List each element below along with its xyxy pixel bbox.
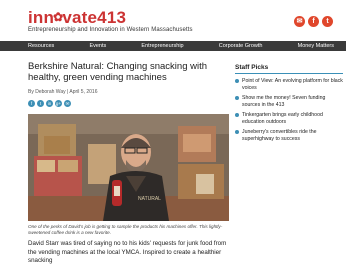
twitter-icon[interactable]: t [322, 16, 333, 27]
staff-pick-link[interactable]: Juneberry's convertibles ride the superh… [242, 129, 343, 142]
svg-text:NATURAL: NATURAL [138, 196, 161, 202]
nav-item-resources[interactable]: Resources [28, 43, 54, 49]
social-links: ✉ f t [294, 16, 333, 27]
site-logo[interactable]: inn✿vate413 [28, 9, 126, 26]
staff-pick-item[interactable]: Show me the money! Seven funding sources… [235, 95, 343, 108]
bullet-icon [235, 96, 239, 100]
staff-pick-item[interactable]: Juneberry's convertibles ride the superh… [235, 129, 343, 142]
email-icon[interactable]: ✉ [294, 16, 305, 27]
share-buttons: f t in g+ ✉ [28, 100, 228, 107]
sidebar: Staff Picks Point of View: An evolving p… [235, 64, 343, 142]
nav-item-corporate-growth[interactable]: Corporate Growth [219, 43, 263, 49]
nav-item-entrepreneurship[interactable]: Entrepreneurship [141, 43, 183, 49]
main-nav: Resources Events Entrepreneurship Corpor… [0, 41, 346, 51]
bullet-icon [235, 79, 239, 83]
share-facebook-icon[interactable]: f [28, 100, 35, 107]
logo-text-start: inn [28, 8, 55, 27]
article-title: Berkshire Natural: Changing snacking wit… [28, 61, 208, 83]
article-body: David Starr was tired of saying no to hi… [28, 240, 227, 264]
nav-item-events[interactable]: Events [89, 43, 106, 49]
sidebar-title: Staff Picks [235, 64, 343, 74]
site-header: inn✿vate413 Entrepreneurship and Innovat… [0, 0, 346, 40]
article-header: Berkshire Natural: Changing snacking wit… [28, 61, 228, 107]
share-googleplus-icon[interactable]: g+ [55, 100, 62, 107]
article-byline: By Deborah Way | April 5, 2016 [28, 89, 98, 95]
nav-item-money-matters[interactable]: Money Matters [298, 43, 334, 49]
staff-pick-item[interactable]: Tinkergarten brings early childhood educ… [235, 112, 343, 125]
staff-pick-link[interactable]: Point of View: An evolving platform for … [242, 78, 343, 91]
bullet-icon [235, 113, 239, 117]
bullet-icon [235, 130, 239, 134]
share-linkedin-icon[interactable]: in [46, 100, 53, 107]
share-email-icon[interactable]: ✉ [64, 100, 71, 107]
logo-text-end: vate413 [62, 8, 127, 27]
share-twitter-icon[interactable]: t [37, 100, 44, 107]
facebook-icon[interactable]: f [308, 16, 319, 27]
site-tagline: Entrepreneurship and Innovation in Weste… [28, 27, 193, 33]
photo-caption: One of the perks of David's job is getti… [28, 224, 223, 235]
article-photo: NATURAL [28, 114, 229, 221]
staff-pick-link[interactable]: Show me the money! Seven funding sources… [242, 95, 343, 108]
staff-pick-link[interactable]: Tinkergarten brings early childhood educ… [242, 112, 343, 125]
staff-pick-item[interactable]: Point of View: An evolving platform for … [235, 78, 343, 91]
